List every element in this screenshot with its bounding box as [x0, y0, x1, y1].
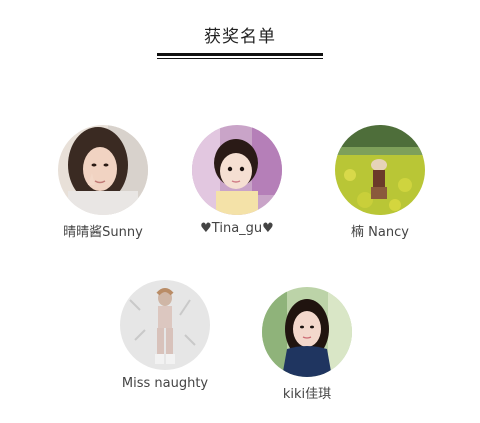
winner-name: Miss naughty — [121, 376, 209, 391]
winner-name: 楠 Nancy — [351, 225, 409, 240]
winner-name: kiki佳琪 — [282, 387, 332, 402]
winner-card[interactable]: Miss naughty — [100, 280, 230, 391]
winner-name: 晴晴酱Sunny — [63, 225, 143, 240]
avatar[interactable] — [335, 125, 425, 215]
avatar[interactable] — [262, 287, 352, 377]
page-title: 获奖名单 — [204, 27, 276, 47]
winner-name: ♥Tina_gu♥ — [200, 221, 274, 236]
title-underline — [157, 53, 323, 60]
winner-card[interactable]: 晴晴酱Sunny — [38, 125, 168, 240]
winner-card[interactable]: kiki佳琪 — [242, 287, 372, 402]
avatar[interactable] — [192, 125, 282, 215]
winner-card[interactable]: ♥Tina_gu♥ — [172, 125, 302, 236]
winner-card[interactable]: 楠 Nancy — [315, 125, 445, 240]
avatar[interactable] — [58, 125, 148, 215]
avatar[interactable] — [120, 280, 210, 370]
